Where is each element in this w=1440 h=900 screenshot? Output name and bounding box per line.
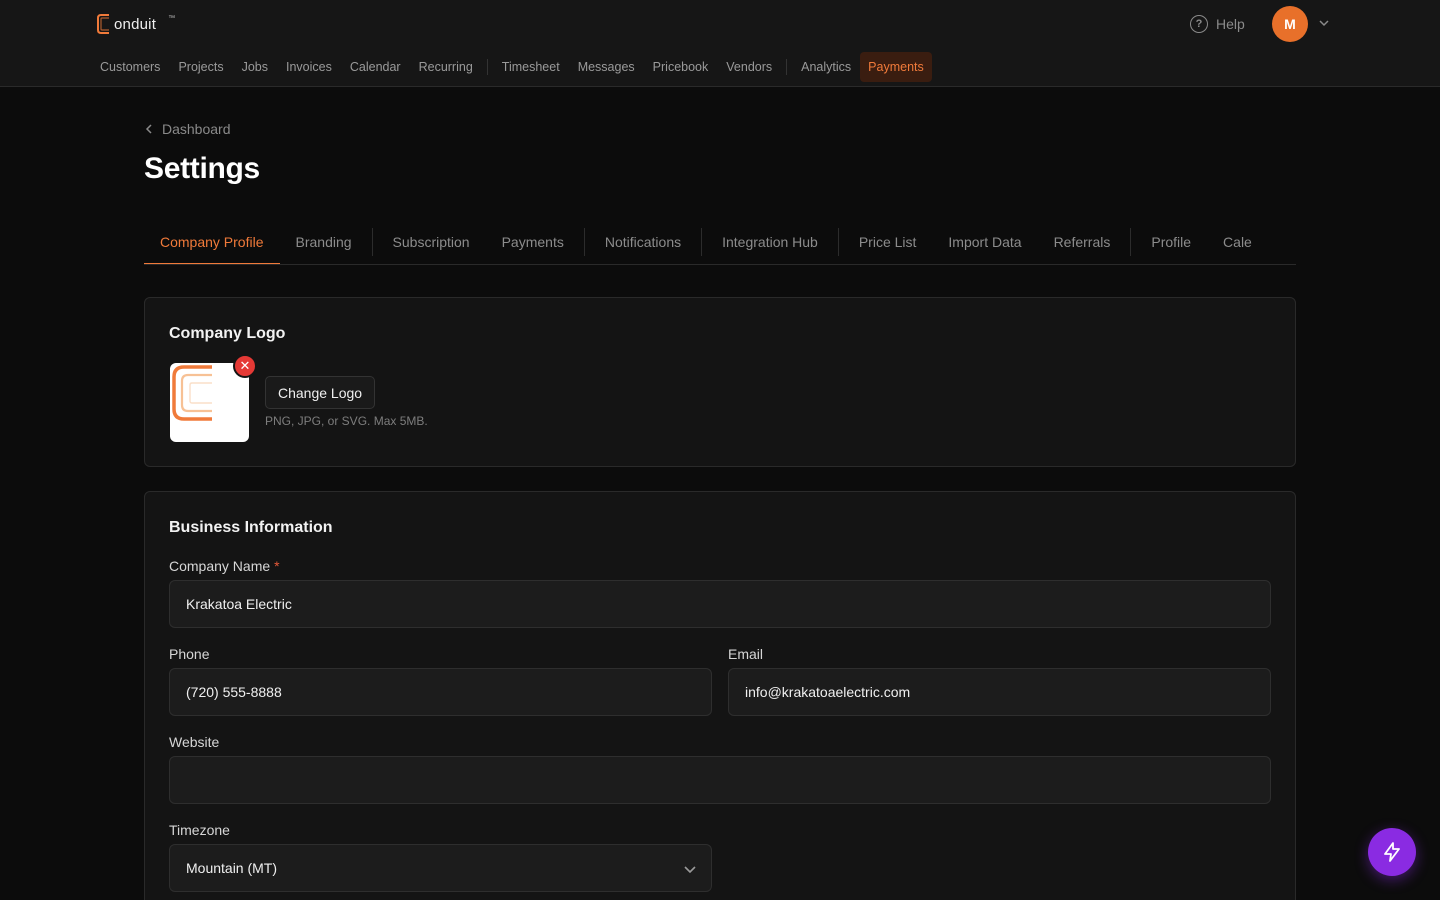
- nav-invoices[interactable]: Invoices: [277, 52, 341, 82]
- timezone-value: Mountain (MT): [186, 860, 278, 876]
- nav-divider: [486, 59, 488, 75]
- company-name-label: Company Name *: [169, 558, 280, 574]
- logo-file-hint: PNG, JPG, or SVG. Max 5MB.: [265, 414, 428, 428]
- remove-logo-button[interactable]: ✕: [233, 354, 257, 378]
- top-header: onduit ™ ? Help M Customers Projects Job…: [0, 0, 1440, 87]
- tab-profile[interactable]: Profile: [1135, 219, 1207, 264]
- website-field[interactable]: [169, 756, 1271, 804]
- phone-label: Phone: [169, 646, 210, 662]
- page-title: Settings: [144, 152, 260, 185]
- nav-calendar[interactable]: Calendar: [341, 52, 410, 82]
- company-logo-title: Company Logo: [169, 325, 286, 342]
- tab-company-profile[interactable]: Company Profile: [144, 219, 280, 264]
- close-icon: ✕: [239, 358, 251, 373]
- nav-payments[interactable]: Payments: [860, 52, 932, 82]
- lightning-bolt-icon: [1384, 842, 1400, 862]
- tab-calendar[interactable]: Cale: [1207, 219, 1268, 264]
- trademark-mark: ™: [168, 14, 176, 22]
- nav-projects[interactable]: Projects: [169, 52, 232, 82]
- brand-logo[interactable]: onduit ™: [96, 12, 175, 36]
- nav-vendors[interactable]: Vendors: [717, 52, 781, 82]
- tab-divider: [1130, 227, 1132, 256]
- tab-integration-hub[interactable]: Integration Hub: [706, 219, 834, 264]
- main-nav: Customers Projects Jobs Invoices Calenda…: [91, 52, 932, 82]
- nav-timesheet[interactable]: Timesheet: [493, 52, 569, 82]
- chevron-down-icon[interactable]: [1318, 17, 1330, 29]
- tab-divider: [837, 227, 839, 256]
- website-label: Website: [169, 734, 220, 750]
- nav-jobs[interactable]: Jobs: [233, 52, 277, 82]
- email-label: Email: [728, 646, 764, 662]
- help-circle-icon: ?: [1190, 15, 1208, 33]
- email-field[interactable]: info@krakatoaelectric.com: [728, 668, 1271, 716]
- breadcrumb-label: Dashboard: [162, 121, 231, 137]
- nav-recurring[interactable]: Recurring: [410, 52, 482, 82]
- change-logo-button[interactable]: Change Logo: [265, 376, 376, 409]
- chevron-left-icon: [145, 124, 152, 134]
- timezone-label: Timezone: [169, 822, 230, 838]
- help-label: Help: [1216, 16, 1245, 32]
- quick-action-button[interactable]: [1368, 828, 1416, 876]
- breadcrumb[interactable]: Dashboard: [144, 120, 231, 138]
- nav-customers[interactable]: Customers: [91, 52, 169, 82]
- brand-name: onduit: [114, 15, 157, 33]
- chevron-down-icon: [684, 866, 696, 874]
- nav-divider: [786, 59, 788, 75]
- nav-pricebook[interactable]: Pricebook: [644, 52, 718, 82]
- tab-divider: [583, 227, 585, 256]
- user-avatar[interactable]: M: [1272, 6, 1308, 42]
- settings-tabs: Company Profile Branding Subscription Pa…: [144, 219, 1296, 265]
- timezone-select[interactable]: Mountain (MT): [169, 844, 712, 892]
- tab-notifications[interactable]: Notifications: [589, 219, 697, 264]
- tab-branding[interactable]: Branding: [280, 219, 368, 264]
- business-info-card: Business Information Company Name * Kraka…: [144, 491, 1296, 900]
- phone-field[interactable]: (720) 555-8888: [169, 668, 712, 716]
- conduit-logo-icon: [97, 14, 109, 34]
- company-name-label-text: Company Name: [169, 558, 271, 574]
- tab-divider: [701, 227, 703, 256]
- tab-price-list[interactable]: Price List: [843, 219, 933, 264]
- tab-payments[interactable]: Payments: [486, 219, 580, 264]
- help-button[interactable]: ? Help: [1190, 14, 1245, 34]
- company-name-field[interactable]: Krakatoa Electric: [169, 580, 1271, 628]
- tab-referrals[interactable]: Referrals: [1038, 219, 1127, 264]
- business-info-title: Business Information: [169, 519, 333, 536]
- tab-subscription[interactable]: Subscription: [377, 219, 486, 264]
- nav-messages[interactable]: Messages: [569, 52, 644, 82]
- tab-import-data[interactable]: Import Data: [932, 219, 1037, 264]
- nav-analytics[interactable]: Analytics: [792, 52, 860, 82]
- tab-divider: [371, 227, 373, 256]
- company-logo-card: Company Logo ✕ Change Logo PNG, JPG, or …: [144, 297, 1296, 467]
- required-marker: *: [274, 558, 280, 574]
